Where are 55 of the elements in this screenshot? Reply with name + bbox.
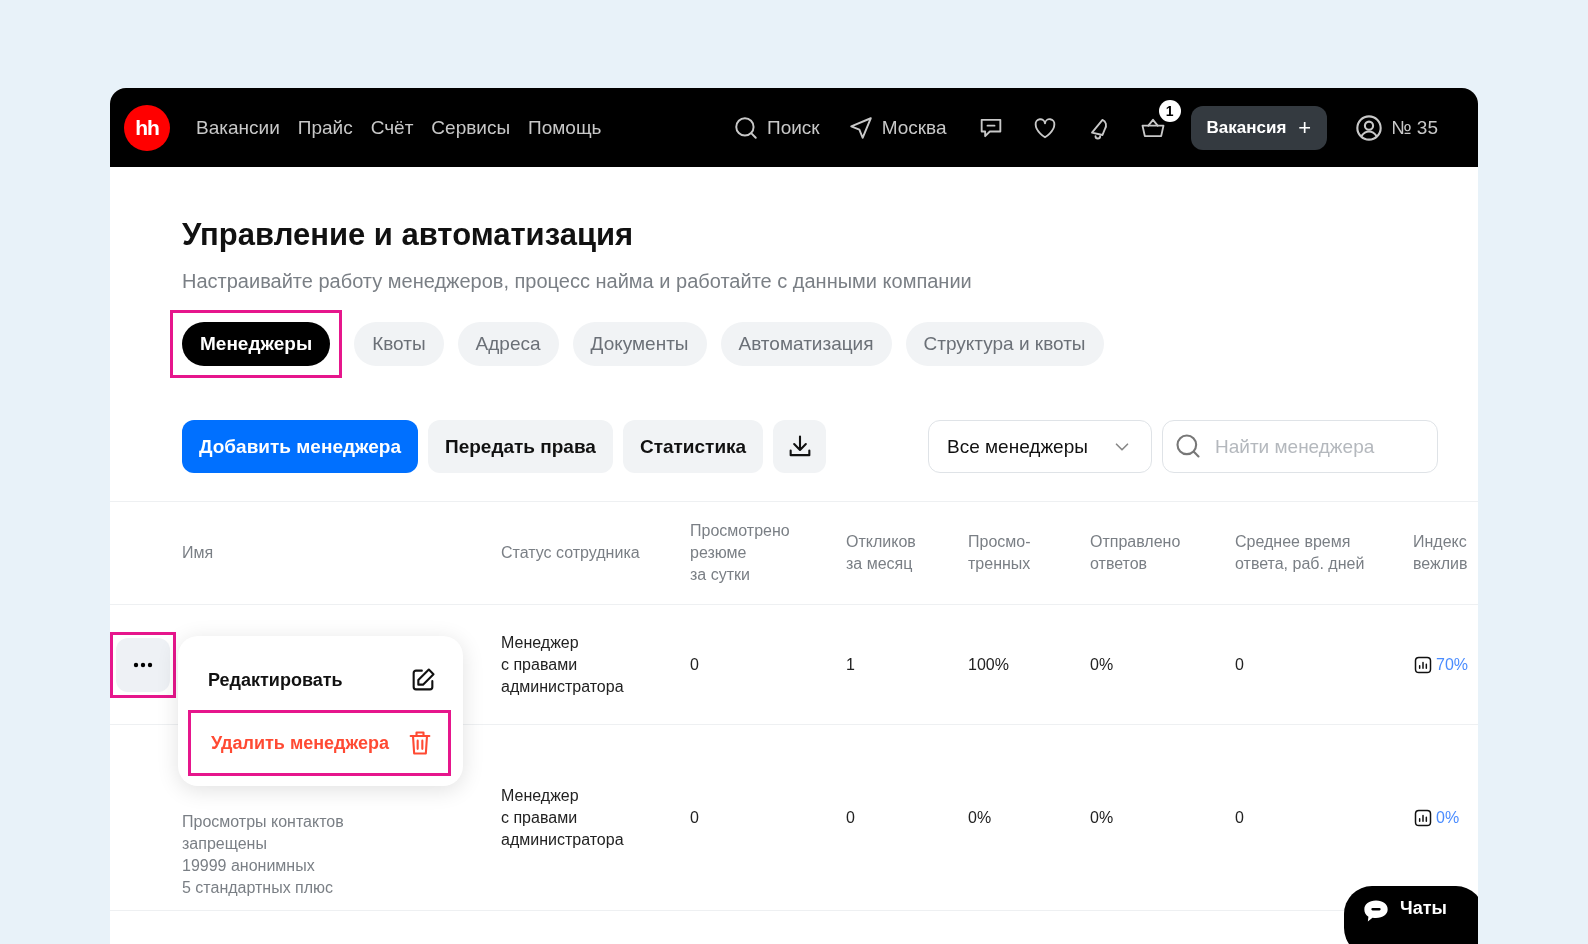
table-cell-text: 0 <box>846 807 856 828</box>
table-cell-text: 0 <box>690 654 700 675</box>
table-cell-text: 0% <box>1090 654 1115 675</box>
table-cell-text: 0 <box>690 807 700 828</box>
column-header: Среднее время ответа, раб. дней <box>1235 532 1366 574</box>
city-link[interactable]: Москва <box>847 114 947 141</box>
column-header: Просмотрено резюме за сутки <box>690 521 791 585</box>
tab[interactable]: Автоматизация <box>720 322 892 366</box>
manager-filter-dropdown[interactable]: Все менеджеры <box>928 420 1152 473</box>
nav-link[interactable]: Прайс <box>297 116 353 139</box>
table-cell-text: 1 <box>846 654 856 675</box>
nav-link[interactable]: Помощь <box>528 116 602 139</box>
action-button[interactable]: Передать права <box>428 420 613 473</box>
download-button[interactable] <box>773 420 827 473</box>
column-header: Откликов за месяц <box>846 532 917 574</box>
column-header: Индекс вежлив <box>1413 532 1469 574</box>
search-field[interactable]: Найти менеджера <box>1162 420 1438 473</box>
chat-bubble-icon <box>1362 898 1390 924</box>
page-subtitle: Настраивайте работу менеджеров, процесс найма и работайте с данными компании <box>182 270 973 293</box>
tab[interactable]: Менеджеры <box>182 322 331 366</box>
tab[interactable]: Структура и квоты <box>905 322 1104 366</box>
table-cell-text: 0% <box>968 807 993 828</box>
manager-note: Просмотры контактов запрещены 19999 анонимных 5 стандартных плюс <box>182 812 345 898</box>
more-dots-icon <box>131 660 155 669</box>
table-cell-text: Менеджер с правами администратора <box>501 785 625 850</box>
table-cell-text: 0% <box>1090 807 1115 828</box>
page-title: Управление и автоматизация <box>182 216 635 254</box>
tab[interactable]: Адреса <box>457 322 559 366</box>
account-link[interactable]: № 35 <box>1355 113 1438 142</box>
bar-chart-icon <box>1413 807 1433 828</box>
cart-badge: 1 <box>1158 99 1181 122</box>
table-cell-text: Менеджер с правами администратора <box>501 632 625 697</box>
table-cell-text: 0 <box>1235 654 1245 675</box>
tab[interactable]: Квоты <box>354 322 444 366</box>
search-icon <box>733 114 759 141</box>
table-cell-text: 100% <box>968 654 1010 675</box>
tab[interactable]: Документы <box>572 322 707 366</box>
chats-button[interactable]: Чаты <box>1344 886 1478 944</box>
table-cell-text: 0 <box>1235 807 1245 828</box>
add-manager-button[interactable]: Добавить менеджера <box>182 420 418 473</box>
column-header: Просмо- тренных <box>968 532 1032 574</box>
new-vacancy-button[interactable]: Вакансия + <box>1190 105 1328 150</box>
bar-chart-icon <box>1413 654 1433 675</box>
user-icon <box>1355 113 1384 142</box>
column-header: Статус сотрудника <box>501 543 641 563</box>
nav-link[interactable]: Вакансии <box>196 116 280 139</box>
column-header: Имя <box>182 543 215 563</box>
action-button[interactable]: Статистика <box>622 420 764 473</box>
search-icon <box>1174 432 1202 460</box>
nav-link[interactable]: Сервисы <box>431 116 511 139</box>
location-arrow-icon <box>847 114 874 141</box>
search-link[interactable]: Поиск <box>733 114 820 141</box>
column-header: Отправлено ответов <box>1090 532 1182 574</box>
nav-link[interactable]: Счёт <box>370 116 414 139</box>
logo[interactable]: hh <box>124 104 170 151</box>
